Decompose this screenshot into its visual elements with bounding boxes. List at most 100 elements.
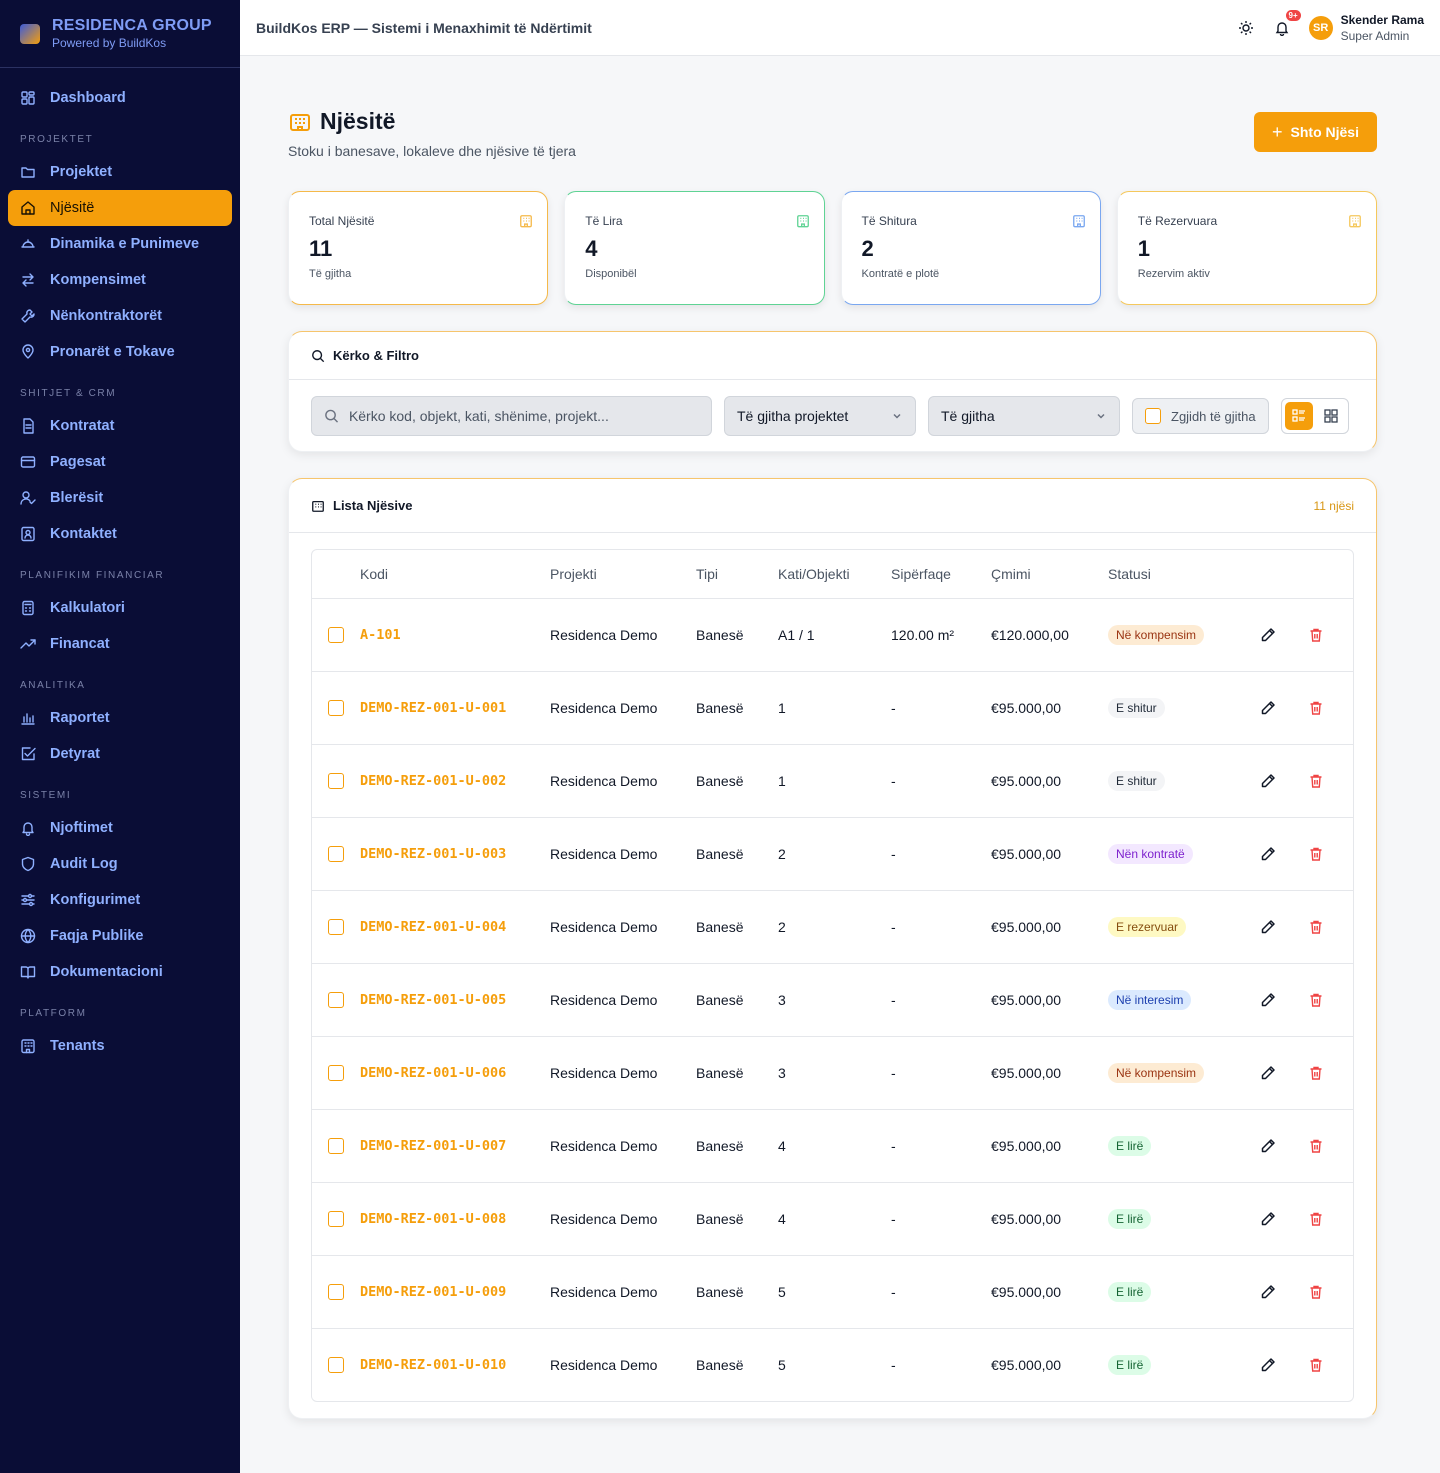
trash-icon[interactable] [1308, 1065, 1324, 1081]
edit-icon[interactable] [1260, 919, 1276, 935]
unit-code[interactable]: DEMO-REZ-001-U-009 [360, 1284, 506, 1300]
unit-code[interactable]: DEMO-REZ-001-U-004 [360, 919, 506, 935]
column-header-projekti[interactable]: Projekti [550, 550, 696, 599]
sidebar-item-kompensimet[interactable]: Kompensimet [8, 262, 232, 298]
sidebar-item-pronarët-e-tokave[interactable]: Pronarët e Tokave [8, 334, 232, 370]
sidebar-item-tenants[interactable]: Tenants [8, 1028, 232, 1064]
table-row[interactable]: DEMO-REZ-001-U-008 Residenca Demo Banesë 4-… [312, 1182, 1353, 1256]
sidebar-item-njësitë[interactable]: Njësitë [8, 190, 232, 226]
list-view-button[interactable] [1284, 402, 1313, 430]
trend-icon [20, 639, 36, 649]
table-row[interactable]: DEMO-REZ-001-U-004 Residenca Demo Banesë 2-… [312, 890, 1353, 964]
status-badge: E lirë [1108, 1208, 1152, 1229]
sidebar-item-kontratat[interactable]: Kontratat [8, 408, 232, 444]
search-input[interactable] [348, 408, 699, 424]
unit-code[interactable]: DEMO-REZ-001-U-010 [360, 1357, 506, 1373]
sidebar-item-label: Kompensimet [50, 272, 146, 288]
column-header-kati-objekti[interactable]: Kati/Objekti [778, 550, 891, 599]
theme-toggle-button[interactable] [1237, 19, 1255, 37]
unit-code[interactable]: DEMO-REZ-001-U-002 [360, 773, 506, 789]
sidebar-item-label: Dashboard [50, 90, 126, 106]
table-row[interactable]: DEMO-REZ-001-U-001 Residenca Demo Banesë 1-… [312, 671, 1353, 745]
notifications-button[interactable]: 9+ [1273, 9, 1301, 37]
unit-code[interactable]: DEMO-REZ-001-U-007 [360, 1138, 506, 1154]
unit-code[interactable]: A-101 [360, 627, 401, 643]
table-row[interactable]: DEMO-REZ-001-U-003 Residenca Demo Banesë 2-… [312, 817, 1353, 891]
sidebar-item-blerësit[interactable]: Blerësit [8, 480, 232, 516]
grid-view-button[interactable] [1317, 402, 1345, 430]
sidebar-item-detyrat[interactable]: Detyrat [8, 736, 232, 772]
row-checkbox[interactable] [328, 845, 344, 862]
row-checkbox[interactable] [328, 1064, 344, 1081]
trash-icon[interactable] [1308, 846, 1324, 862]
trash-icon[interactable] [1308, 1284, 1324, 1300]
row-checkbox[interactable] [328, 626, 344, 643]
column-header-sipërfaqe[interactable]: Sipërfaqe [891, 550, 991, 599]
add-unit-button[interactable]: + Shto Njësi [1254, 112, 1377, 152]
trash-icon[interactable] [1308, 700, 1324, 716]
table-row[interactable]: A-101 Residenca Demo Banesë A1 / 1 120.00 m²… [312, 598, 1353, 672]
unit-code[interactable]: DEMO-REZ-001-U-006 [360, 1065, 506, 1081]
trash-icon[interactable] [1308, 992, 1324, 1008]
sidebar-item-financat[interactable]: Financat [8, 626, 232, 662]
unit-code[interactable]: DEMO-REZ-001-U-001 [360, 700, 506, 716]
sidebar-item-pagesat[interactable]: Pagesat [8, 444, 232, 480]
row-checkbox[interactable] [328, 772, 344, 789]
table-row[interactable]: DEMO-REZ-001-U-010 Residenca Demo Banesë 5 -… [312, 1328, 1353, 1401]
row-checkbox[interactable] [328, 1137, 344, 1154]
edit-icon[interactable] [1260, 1211, 1276, 1227]
edit-icon[interactable] [1260, 1284, 1276, 1300]
sidebar-item-nënkontraktorët[interactable]: Nënkontraktorët [8, 298, 232, 334]
edit-icon[interactable] [1260, 1065, 1276, 1081]
table-row[interactable]: DEMO-REZ-001-U-006 Residenca Demo Banesë 3-… [312, 1036, 1353, 1110]
table-row[interactable]: DEMO-REZ-001-U-007 Residenca Demo Banesë 4-… [312, 1109, 1353, 1183]
sidebar-item-dinamika-e-punimeve[interactable]: Dinamika e Punimeve [8, 226, 232, 262]
row-checkbox[interactable] [328, 1283, 344, 1300]
edit-icon[interactable] [1260, 1357, 1276, 1373]
trash-icon[interactable] [1308, 1357, 1324, 1373]
sidebar-item-projektet[interactable]: Projektet [8, 154, 232, 190]
sidebar-item-audit-log[interactable]: Audit Log [8, 846, 232, 882]
edit-icon[interactable] [1260, 700, 1276, 716]
sidebar-item-dokumentacioni[interactable]: Dokumentacioni [8, 954, 232, 990]
project-select[interactable]: Të gjitha projektet [724, 396, 916, 436]
table-row[interactable]: DEMO-REZ-001-U-005 Residenca Demo Banesë 3-… [312, 963, 1353, 1037]
row-checkbox[interactable] [328, 1356, 344, 1373]
select-all-checkbox[interactable]: Zgjidh të gjitha [1132, 398, 1269, 434]
row-checkbox[interactable] [328, 699, 344, 716]
edit-icon[interactable] [1260, 773, 1276, 789]
search-box[interactable] [311, 396, 712, 436]
row-checkbox[interactable] [328, 991, 344, 1008]
status-select[interactable]: Të gjitha [928, 396, 1120, 436]
edit-icon[interactable] [1260, 992, 1276, 1008]
edit-icon[interactable] [1260, 627, 1276, 643]
sidebar-item-kalkulatori[interactable]: Kalkulatori [8, 590, 232, 626]
unit-code[interactable]: DEMO-REZ-001-U-005 [360, 992, 506, 1008]
table-row[interactable]: DEMO-REZ-001-U-002 Residenca Demo Banesë 1-… [312, 744, 1353, 818]
unit-project: Residenca Demo [550, 1036, 696, 1110]
unit-code[interactable]: DEMO-REZ-001-U-008 [360, 1211, 506, 1227]
unit-code[interactable]: DEMO-REZ-001-U-003 [360, 846, 506, 862]
trash-icon[interactable] [1308, 919, 1324, 935]
sidebar-item-konfigurimet[interactable]: Konfigurimet [8, 882, 232, 918]
row-checkbox[interactable] [328, 1210, 344, 1227]
brand[interactable]: RESIDENCA GROUP Powered by BuildKos [0, 0, 240, 68]
row-checkbox[interactable] [328, 918, 344, 935]
trash-icon[interactable] [1308, 773, 1324, 789]
sidebar-item-dashboard[interactable]: Dashboard [8, 80, 232, 116]
column-header-çmimi[interactable]: Çmimi [991, 550, 1108, 599]
sidebar-item-faqja-publike[interactable]: Faqja Publike [8, 918, 232, 954]
sidebar-item-raportet[interactable]: Raportet [8, 700, 232, 736]
column-header-tipi[interactable]: Tipi [696, 550, 778, 599]
sidebar-item-njoftimet[interactable]: Njoftimet [8, 810, 232, 846]
table-row[interactable]: DEMO-REZ-001-U-009 Residenca Demo Banesë 5-… [312, 1255, 1353, 1329]
trash-icon[interactable] [1308, 1138, 1324, 1154]
column-header-kodi[interactable]: Kodi [360, 550, 550, 599]
trash-icon[interactable] [1308, 1211, 1324, 1227]
sidebar-item-kontaktet[interactable]: Kontaktet [8, 516, 232, 552]
trash-icon[interactable] [1308, 627, 1324, 643]
edit-icon[interactable] [1260, 846, 1276, 862]
column-header-statusi[interactable]: Statusi [1108, 550, 1252, 599]
edit-icon[interactable] [1260, 1138, 1276, 1154]
user-menu[interactable]: SR Skender Rama Super Admin [1308, 13, 1424, 43]
